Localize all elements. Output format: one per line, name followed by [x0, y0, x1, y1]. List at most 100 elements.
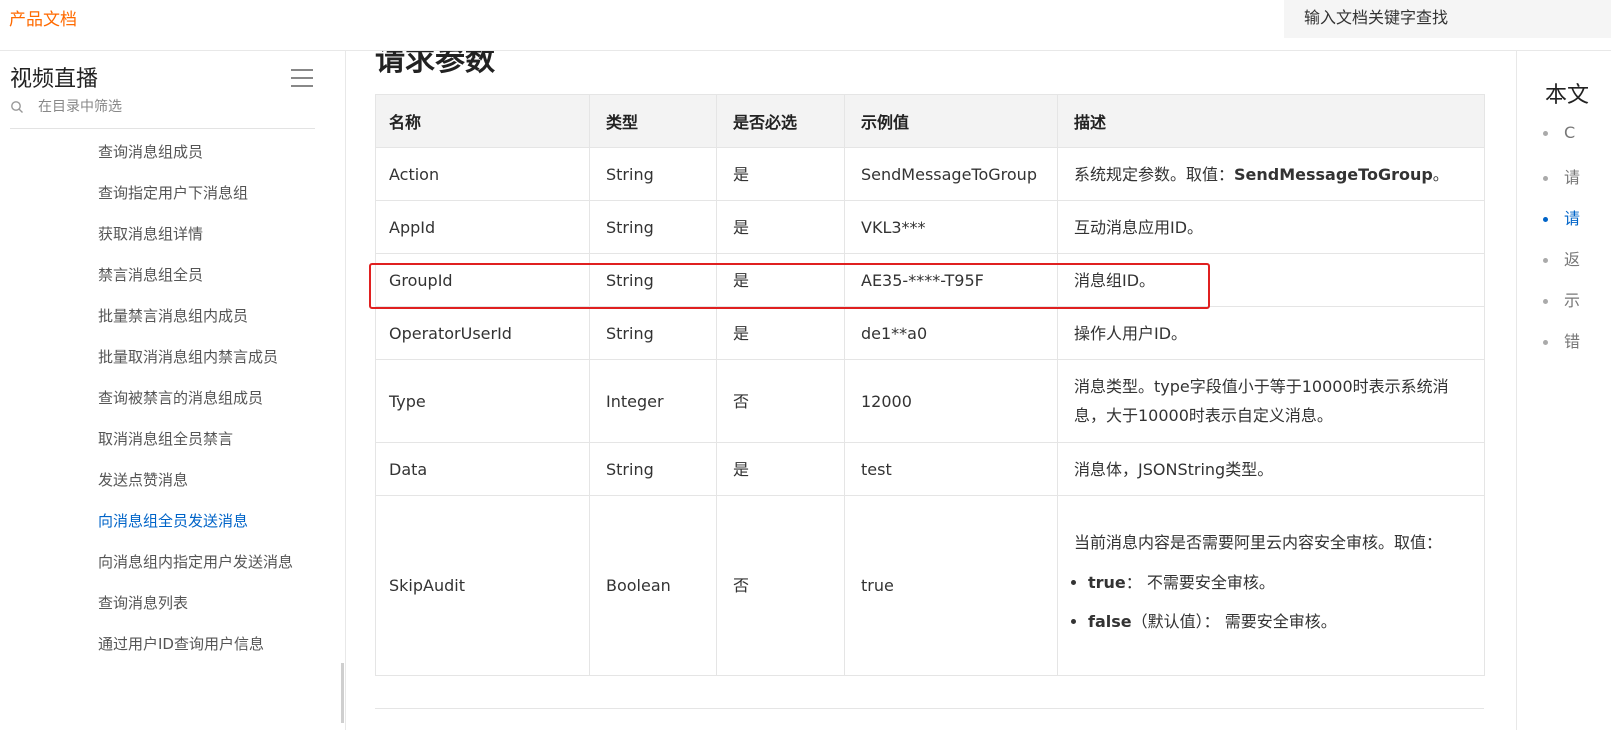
col-header-name: 名称 — [375, 94, 590, 148]
param-desc: 消息类型。type字段值小于等于10000时表示系统消息，大于10000时表示自… — [1057, 359, 1485, 443]
toc-item[interactable]: C — [1543, 123, 1580, 164]
col-header-required: 是否必选 — [716, 94, 845, 148]
param-type: Boolean — [589, 495, 717, 676]
option-list: true： 不需要安全审核。 false（默认值）： 需要安全审核。 — [1074, 563, 1470, 641]
param-example: test — [844, 442, 1058, 496]
desc-text: 当前消息内容是否需要阿里云内容安全审核。取值： — [1074, 533, 1443, 552]
toc-item[interactable]: 错 — [1543, 328, 1580, 369]
sidebar-item-active[interactable]: 向消息组全员发送消息 — [98, 500, 303, 541]
bullet-icon — [1543, 299, 1548, 304]
param-desc: 互动消息应用ID。 — [1057, 200, 1485, 254]
param-name: Data — [375, 442, 590, 496]
param-name: Action — [375, 147, 590, 201]
table-row: Type Integer 否 12000 消息类型。type字段值小于等于100… — [375, 359, 1485, 443]
option-item: true： 不需要安全审核。 — [1088, 563, 1470, 602]
table-row: OperatorUserId String 是 de1**a0 操作人用户ID。 — [375, 306, 1485, 360]
sidebar-title: 视频直播 — [10, 67, 99, 92]
toc-item[interactable]: 示 — [1543, 287, 1580, 328]
option-text: （默认值）： 需要安全审核。 — [1131, 612, 1337, 631]
search-icon — [11, 101, 23, 113]
param-required: 否 — [716, 359, 845, 443]
section-heading: 请求参数 — [375, 51, 495, 78]
desc-text: 。 — [1432, 164, 1449, 184]
param-desc: 消息体，JSONString类型。 — [1057, 442, 1485, 496]
param-desc: 操作人用户ID。 — [1057, 306, 1485, 360]
param-example: SendMessageToGroup — [844, 147, 1058, 201]
bullet-icon — [1543, 258, 1548, 263]
param-type: String — [589, 253, 717, 307]
main-content: 请求参数 名称 类型 是否必选 示例值 描述 Action String 是 S… — [345, 51, 1515, 730]
param-type: Integer — [589, 359, 717, 443]
doc-search-box[interactable] — [1284, 0, 1611, 38]
param-required: 否 — [716, 495, 845, 676]
sidebar-item[interactable]: 通过用户ID查询用户信息 — [98, 623, 303, 664]
option-key: true — [1088, 573, 1126, 592]
sidebar-item[interactable]: 禁言消息组全员 — [98, 254, 303, 295]
product-docs-link[interactable]: 产品文档 — [9, 5, 77, 30]
bullet-icon — [1543, 340, 1548, 345]
table-row: AppId String 是 VKL3*** 互动消息应用ID。 — [375, 200, 1485, 254]
param-type: String — [589, 200, 717, 254]
param-desc: 消息组ID。 — [1057, 253, 1485, 307]
sidebar-item[interactable]: 批量取消消息组内禁言成员 — [98, 336, 303, 377]
table-header-row: 名称 类型 是否必选 示例值 描述 — [375, 94, 1485, 148]
param-required: 是 — [716, 253, 845, 307]
section-divider — [375, 708, 1484, 709]
sidebar-nav: 查询消息组成员 查询指定用户下消息组 获取消息组详情 禁言消息组全员 批量禁言消… — [98, 131, 303, 664]
toc-item[interactable]: 返 — [1543, 246, 1580, 287]
param-name: AppId — [375, 200, 590, 254]
param-name: GroupId — [375, 253, 590, 307]
sidebar-item[interactable]: 获取消息组详情 — [98, 213, 303, 254]
col-header-example: 示例值 — [844, 94, 1058, 148]
table-row: Data String 是 test 消息体，JSONString类型。 — [375, 442, 1485, 496]
option-text: ： 不需要安全审核。 — [1125, 573, 1275, 592]
bullet-icon — [1543, 131, 1548, 136]
params-table: 名称 类型 是否必选 示例值 描述 Action String 是 SendMe… — [375, 94, 1485, 676]
param-example: de1**a0 — [844, 306, 1058, 360]
sidebar-item[interactable]: 查询消息组成员 — [98, 131, 303, 172]
sidebar-item[interactable]: 取消消息组全员禁言 — [98, 418, 303, 459]
top-bar: 产品文档 — [0, 0, 1611, 51]
table-row: Action String 是 SendMessageToGroup 系统规定参… — [375, 147, 1485, 201]
param-required: 是 — [716, 306, 845, 360]
bullet-icon — [1543, 176, 1548, 181]
sidebar-item[interactable]: 批量禁言消息组内成员 — [98, 295, 303, 336]
param-example: true — [844, 495, 1058, 676]
sidebar-item[interactable]: 查询消息列表 — [98, 582, 303, 623]
param-name: Type — [375, 359, 590, 443]
desc-text: 系统规定参数。取值： — [1074, 164, 1235, 184]
toc-panel: 本文 C 请 请 返 示 错 — [1516, 51, 1611, 730]
param-example: VKL3*** — [844, 200, 1058, 254]
doc-search-input[interactable] — [1302, 0, 1606, 34]
sidebar-filter[interactable] — [10, 98, 315, 129]
sidebar-item[interactable]: 查询被禁言的消息组成员 — [98, 377, 303, 418]
toc-item-active[interactable]: 请 — [1543, 205, 1580, 246]
option-key: false — [1088, 612, 1132, 631]
sidebar-scrollbar[interactable] — [341, 663, 344, 723]
bullet-icon — [1543, 217, 1548, 222]
table-row-highlighted: GroupId String 是 AE35-****-T95F 消息组ID。 — [375, 253, 1485, 307]
sidebar: 视频直播 查询消息组成员 查询指定用户下消息组 获取消息组详情 禁言消息组全员 … — [0, 51, 346, 730]
param-required: 是 — [716, 200, 845, 254]
param-name: OperatorUserId — [375, 306, 590, 360]
col-header-desc: 描述 — [1057, 94, 1485, 148]
menu-icon[interactable] — [291, 69, 313, 87]
param-required: 是 — [716, 442, 845, 496]
param-example: 12000 — [844, 359, 1058, 443]
param-name: SkipAudit — [375, 495, 590, 676]
param-type: String — [589, 442, 717, 496]
sidebar-item[interactable]: 查询指定用户下消息组 — [98, 172, 303, 213]
col-header-type: 类型 — [589, 94, 717, 148]
sidebar-item[interactable]: 向消息组内指定用户发送消息 — [98, 541, 303, 582]
toc-list: C 请 请 返 示 错 — [1543, 123, 1580, 369]
toc-item[interactable]: 请 — [1543, 164, 1580, 205]
option-item: false（默认值）： 需要安全审核。 — [1088, 602, 1470, 641]
param-required: 是 — [716, 147, 845, 201]
param-desc: 系统规定参数。取值：SendMessageToGroup。 — [1057, 147, 1485, 201]
param-type: String — [589, 147, 717, 201]
sidebar-item[interactable]: 发送点赞消息 — [98, 459, 303, 500]
param-desc: 当前消息内容是否需要阿里云内容安全审核。取值： true： 不需要安全审核。 f… — [1057, 495, 1485, 676]
param-example: AE35-****-T95F — [844, 253, 1058, 307]
sidebar-filter-input[interactable] — [36, 98, 310, 116]
table-row: SkipAudit Boolean 否 true 当前消息内容是否需要阿里云内容… — [375, 495, 1485, 676]
